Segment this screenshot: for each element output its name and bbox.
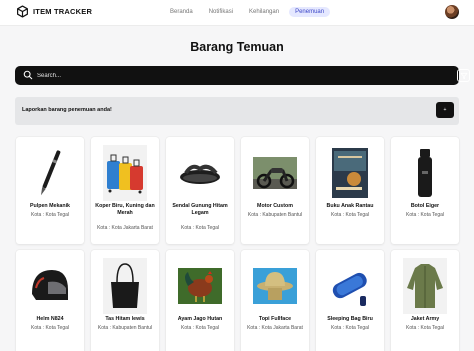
- item-name: Sleeping Bag Biru: [327, 316, 373, 322]
- item-city: Kota : Kota Jakarta Barat: [97, 224, 153, 231]
- item-name: Topi Fullface: [258, 316, 292, 322]
- box-logo-icon: [17, 5, 28, 18]
- item-city: Kota : Kota Jakarta Barat: [247, 324, 303, 331]
- item-card[interactable]: Botol Eiger Kota : Kota Tegal: [391, 137, 459, 244]
- item-name: Buku Anak Rantau: [326, 203, 374, 209]
- search-icon: [23, 70, 33, 80]
- item-name: Jaket Army: [410, 316, 440, 322]
- pen-icon: [28, 145, 72, 201]
- bag-icon: [103, 258, 147, 314]
- filter-button[interactable]: [457, 69, 470, 82]
- item-image: [328, 258, 372, 314]
- item-image: [253, 145, 297, 201]
- item-card[interactable]: Tas Hitam lewis Kota : Kabupaten Bantul: [91, 250, 159, 351]
- item-city: Kota : Kota Tegal: [406, 211, 444, 218]
- filter-icon: [460, 72, 467, 79]
- report-text: Laporkan barang penemuan anda!: [22, 107, 112, 113]
- item-image: [403, 145, 447, 201]
- item-image: [178, 258, 222, 314]
- search-input[interactable]: [37, 69, 427, 82]
- jacket-icon: [403, 258, 447, 314]
- top-navbar: ITEM TRACKER Beranda Notifikasi Kehilang…: [0, 0, 474, 26]
- sandal-icon: [178, 145, 222, 201]
- sleeping-bag-icon: [328, 258, 372, 314]
- item-image: [403, 258, 447, 314]
- item-image: [328, 145, 372, 201]
- motorcycle-icon: [253, 157, 297, 189]
- item-card[interactable]: Sendal Gunung Hitam Legam Kota : Kota Teg…: [166, 137, 234, 244]
- item-city: Kota : Kota Tegal: [181, 324, 219, 331]
- nav-menu: Beranda Notifikasi Kehilangan Penemuan: [164, 7, 331, 17]
- item-city: Kota : Kota Tegal: [331, 211, 369, 218]
- suitcase-icon: [103, 145, 147, 201]
- item-image: [178, 145, 222, 201]
- brand-name: ITEM TRACKER: [33, 7, 93, 16]
- nav-item-beranda[interactable]: Beranda: [164, 7, 199, 17]
- item-name: Koper Biru, Kuning dan Merah: [95, 203, 155, 216]
- item-name: Sendal Gunung Hitam Legam: [172, 203, 228, 216]
- item-card[interactable]: Pulpen Mekanik Kota : Kota Tegal: [16, 137, 84, 244]
- item-card[interactable]: Jaket Army Kota : Kota Tegal: [391, 250, 459, 351]
- brand-logo[interactable]: ITEM TRACKER: [16, 5, 92, 18]
- item-image: [28, 258, 72, 314]
- report-found-banner: Laporkan barang penemuan anda! +: [15, 97, 459, 125]
- item-name: Motor Custom: [257, 203, 293, 209]
- item-city: Kota : Kota Tegal: [331, 324, 369, 331]
- helmet-icon: [28, 258, 72, 314]
- user-avatar[interactable]: [445, 5, 459, 19]
- item-image: [253, 258, 297, 314]
- item-name: Helm N824: [36, 316, 64, 322]
- item-city: Kota : Kota Tegal: [406, 324, 444, 331]
- item-image: [103, 145, 147, 201]
- add-report-button[interactable]: +: [436, 102, 454, 118]
- search-bar: [15, 66, 470, 85]
- item-name: Botol Eiger: [410, 203, 440, 209]
- item-card[interactable]: Helm N824 Kota : Kota Tegal: [16, 250, 84, 351]
- bottle-icon: [403, 145, 447, 201]
- item-city: Kota : Kabupaten Bantul: [97, 324, 153, 331]
- item-city: Kota : Kota Tegal: [31, 211, 69, 218]
- rooster-icon: [178, 268, 222, 304]
- item-name: Tas Hitam lewis: [105, 316, 145, 322]
- item-name: Pulpen Mekanik: [29, 203, 71, 209]
- page-title: Barang Temuan: [190, 40, 284, 54]
- nav-item-kehilangan[interactable]: Kehilangan: [243, 7, 285, 17]
- book-icon: [332, 148, 368, 198]
- nav-item-penemuan[interactable]: Penemuan: [289, 7, 331, 17]
- item-city: Kota : Kota Tegal: [31, 324, 69, 331]
- item-card[interactable]: Ayam Jago Hutan Kota : Kota Tegal: [166, 250, 234, 351]
- item-card[interactable]: Koper Biru, Kuning dan Merah Kota : Kota …: [91, 137, 159, 244]
- item-city: Kota : Kabupaten Bantul: [247, 211, 303, 218]
- nav-item-notifikasi[interactable]: Notifikasi: [203, 7, 239, 17]
- item-card[interactable]: Buku Anak Rantau Kota : Kota Tegal: [316, 137, 384, 244]
- item-city: Kota : Kota Tegal: [181, 224, 219, 231]
- item-card[interactable]: Sleeping Bag Biru Kota : Kota Tegal: [316, 250, 384, 351]
- hat-icon: [253, 268, 297, 304]
- item-card[interactable]: Motor Custom Kota : Kabupaten Bantul: [241, 137, 309, 244]
- item-image: [103, 258, 147, 314]
- item-card[interactable]: Topi Fullface Kota : Kota Jakarta Barat: [241, 250, 309, 351]
- item-image: [28, 145, 72, 201]
- item-name: Ayam Jago Hutan: [177, 316, 223, 322]
